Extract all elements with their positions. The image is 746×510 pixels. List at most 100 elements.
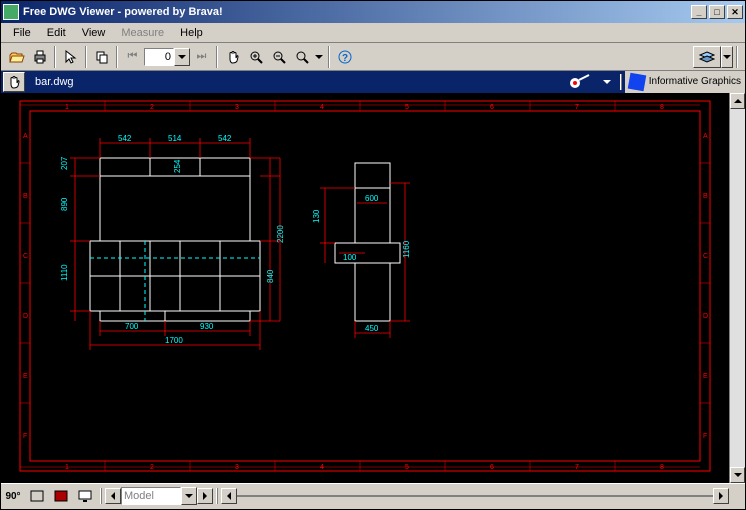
corporate-logo: Informative Graphics — [625, 71, 745, 93]
svg-text:A: A — [703, 133, 708, 140]
svg-text:514: 514 — [168, 134, 182, 143]
svg-text:2: 2 — [150, 104, 154, 111]
file-bar: bar.dwg Informative Graphics — [1, 71, 745, 93]
eyedropper-button[interactable] — [569, 74, 591, 90]
svg-text:1: 1 — [65, 104, 69, 111]
help-icon: ? — [338, 50, 352, 64]
zoom-icon — [295, 50, 309, 64]
svg-text:7: 7 — [575, 104, 579, 111]
corporate-label: Informative Graphics — [649, 77, 741, 87]
svg-text:4: 4 — [320, 464, 324, 471]
view-filled-button[interactable] — [50, 486, 72, 506]
tab-prev-button[interactable] — [105, 488, 121, 504]
zoom-out-button[interactable] — [267, 46, 290, 68]
resize-grip[interactable] — [729, 488, 745, 504]
svg-text:6: 6 — [490, 464, 494, 471]
app-icon — [3, 4, 19, 20]
scroll-down-button[interactable] — [730, 467, 745, 483]
svg-text:700: 700 — [125, 322, 139, 331]
svg-text:100: 100 — [343, 253, 357, 262]
scroll-left-button[interactable] — [221, 488, 237, 504]
svg-text:A: A — [23, 133, 28, 140]
hand-icon — [7, 75, 21, 89]
svg-text:C: C — [23, 253, 28, 260]
zoom-fit-button[interactable] — [290, 46, 313, 68]
svg-text:840: 840 — [266, 269, 275, 283]
scroll-up-button[interactable] — [730, 93, 745, 109]
menu-file[interactable]: File — [5, 25, 39, 41]
svg-text:207: 207 — [60, 156, 69, 170]
svg-text:1110: 1110 — [60, 264, 69, 281]
svg-text:E: E — [703, 373, 708, 380]
svg-text:542: 542 — [218, 134, 232, 143]
folder-open-icon — [9, 50, 25, 64]
drawing-canvas[interactable]: 12345678 12345678 ABCDEF ABCDEF — [1, 93, 729, 483]
square-outline-icon — [30, 490, 44, 502]
menu-view[interactable]: View — [74, 25, 114, 41]
pan-tool-button[interactable] — [221, 46, 244, 68]
svg-text:1: 1 — [65, 464, 69, 471]
svg-text:1700: 1700 — [165, 336, 183, 345]
page-dropdown-button[interactable] — [174, 48, 190, 66]
view-wireframe-button[interactable] — [26, 486, 48, 506]
vertical-scroll-track[interactable] — [730, 109, 745, 467]
tab-next-button[interactable] — [197, 488, 213, 504]
svg-text:1160: 1160 — [402, 240, 411, 258]
print-icon — [32, 50, 48, 64]
status-bar: 90° Model — [1, 483, 745, 508]
copy-button[interactable] — [90, 46, 113, 68]
page-first-button[interactable]: ⏮ — [121, 46, 144, 68]
square-filled-icon — [54, 490, 68, 502]
layers-button[interactable] — [693, 46, 721, 68]
svg-text:2: 2 — [150, 464, 154, 471]
cursor-icon — [64, 50, 78, 64]
svg-text:D: D — [703, 313, 708, 320]
svg-text:7: 7 — [575, 464, 579, 471]
copy-icon — [95, 50, 109, 64]
title-bar: Free DWG Viewer - powered by Brava! _ □ … — [1, 1, 745, 23]
minimize-button[interactable]: _ — [691, 5, 707, 19]
svg-text:890: 890 — [60, 197, 69, 211]
svg-text:3: 3 — [235, 104, 239, 111]
pan-mode-button[interactable] — [3, 72, 25, 92]
svg-text:542: 542 — [118, 134, 132, 143]
menu-edit[interactable]: Edit — [39, 25, 74, 41]
pointer-button[interactable] — [59, 46, 82, 68]
zoom-dropdown-button[interactable] — [313, 46, 325, 68]
open-button[interactable] — [5, 46, 28, 68]
svg-text:5: 5 — [405, 104, 409, 111]
horizontal-scroll-track[interactable] — [237, 495, 713, 497]
svg-text:F: F — [23, 433, 27, 440]
zoom-in-button[interactable] — [244, 46, 267, 68]
zoom-out-icon — [272, 50, 286, 64]
maximize-button[interactable]: □ — [709, 5, 725, 19]
svg-text:2200: 2200 — [276, 225, 285, 243]
main-toolbar: ⏮ ⏭ ? — [1, 43, 745, 71]
eyedropper-icon — [569, 74, 591, 90]
svg-text:D: D — [23, 313, 28, 320]
rotate-button[interactable]: 90° — [2, 486, 24, 506]
file-tab[interactable]: bar.dwg — [27, 76, 82, 88]
svg-text:C: C — [703, 253, 708, 260]
print-button[interactable] — [28, 46, 51, 68]
close-button[interactable]: ✕ — [727, 5, 743, 19]
page-number-input[interactable] — [144, 48, 174, 66]
svg-text:8: 8 — [660, 104, 664, 111]
model-tab[interactable]: Model — [121, 487, 181, 505]
help-button[interactable]: ? — [333, 46, 356, 68]
menu-help[interactable]: Help — [172, 25, 211, 41]
svg-text:5: 5 — [405, 464, 409, 471]
model-tab-label: Model — [124, 490, 154, 502]
model-dropdown-button[interactable] — [181, 487, 197, 505]
svg-text:E: E — [23, 373, 28, 380]
svg-text:130: 130 — [312, 209, 321, 223]
vertical-scrollbar[interactable] — [729, 93, 745, 483]
svg-text:4: 4 — [320, 104, 324, 111]
eyedropper-dropdown-button[interactable] — [603, 80, 611, 84]
page-last-button[interactable]: ⏭ — [190, 46, 213, 68]
layers-dropdown-button[interactable] — [721, 46, 733, 68]
menu-bar: File Edit View Measure Help — [1, 23, 745, 43]
menu-measure: Measure — [113, 25, 172, 41]
view-monitor-button[interactable] — [74, 486, 96, 506]
scroll-right-button[interactable] — [713, 488, 729, 504]
